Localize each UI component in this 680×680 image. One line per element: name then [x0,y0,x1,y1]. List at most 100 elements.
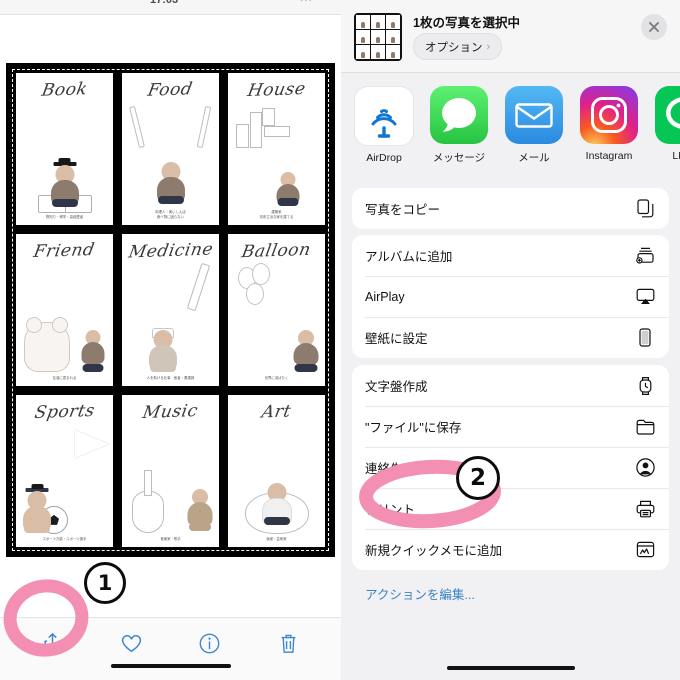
photo-card: Book 物知り・博学・高経歴者 [16,73,113,225]
photo-card: House 建築家 将来立派な家を建てる [228,73,325,225]
flag-prop [75,430,109,458]
baby-figure [185,488,215,531]
delete-button[interactable] [249,626,328,660]
options-label: オプション [425,41,483,54]
home-indicator [110,664,231,668]
share-target-label: Instagram [585,150,633,162]
block-shape [250,112,262,148]
baby-figure [260,482,294,525]
share-target-instagram[interactable]: Instagram [579,86,639,162]
edit-actions-link[interactable]: アクションを編集... [365,584,475,603]
guitar-prop [132,490,164,533]
balloon-shape [246,283,264,305]
card-title: Book [39,79,90,101]
card-title: Balloon [240,239,313,263]
photo-card: Friend 友達に恵まれる [16,234,113,386]
card-caption: 世界に羽ばたく [264,375,289,380]
action-row-airplay[interactable]: AirPlay [352,276,669,317]
card-caption: 物知り・博学・高経歴者 [45,214,84,219]
status-bar: 17:03 ··· [0,0,341,15]
action-row-create-watch-face[interactable]: 文字盤作成 [352,365,669,406]
share-target-mail[interactable]: メール [504,86,564,165]
action-label: 新規クイックメモに追加 [365,544,503,558]
action-row-copy-photo[interactable]: 写真をコピー [352,188,669,229]
fork-prop [197,105,212,149]
action-label: 文字盤作成 [365,380,428,394]
card-title: Friend [32,239,97,263]
contact-icon [634,457,656,479]
syringe-prop [186,262,211,312]
info-button[interactable] [171,626,250,660]
card-title: Art [260,401,293,423]
card-artwork-art [228,422,325,537]
action-label: プリント [365,503,416,517]
photo-viewer[interactable]: Book 物知り・博学・高経歴者 Food 料理人・美いしんぼ 食べ物に困らない… [6,63,335,557]
info-icon [199,633,220,653]
knife-prop [128,105,145,149]
baby-figure [146,327,180,372]
share-target-line[interactable]: L LINE [654,86,680,162]
airdrop-icon [354,86,414,146]
instagram-icon [580,86,638,144]
favorite-button[interactable] [92,626,171,660]
selected-photo-thumbnail[interactable] [354,13,402,61]
action-row-save-to-files[interactable]: "ファイル"に保存 [352,406,669,447]
card-artwork-food [122,100,219,210]
photo-card: Medicine 人を助ける仕事・医者・看護師 [122,234,219,386]
close-button[interactable] [641,14,667,40]
card-artwork-book [16,100,113,215]
baby-figure [274,171,302,206]
status-indicators: ··· [300,0,313,6]
close-icon [649,22,659,32]
share-button[interactable] [13,626,92,660]
printer-icon [634,498,656,520]
heart-icon [121,634,141,652]
card-caption: 建築家 将来立派な家を建てる [259,209,294,219]
card-artwork-balloon [228,261,325,376]
share-sheet-title: 1枚の写真を選択中 [413,16,520,30]
add-to-album-icon [634,245,656,267]
folder-icon [634,416,656,438]
card-caption: 音楽家・歌手 [160,536,181,541]
card-artwork-sports [16,422,113,537]
annotation-badge-2: 2 [456,456,500,500]
share-target-label: LINE [672,150,680,162]
quick-note-icon [634,539,656,561]
action-label: "ファイル"に保存 [365,421,462,435]
photo-card: Food 料理人・美いしんぼ 食べ物に困らない [122,73,219,225]
baby-figure [79,329,107,372]
photos-app-pane: 17:03 ··· Book 物知り・博学・高経歴者 Food 料理人・美いしん… [0,0,341,680]
action-row-add-to-album[interactable]: アルバムに追加 [352,235,669,276]
baby-figure [20,487,54,533]
photo-card: Art 画家・芸術家 [228,395,325,547]
card-caption: 料理人・美いしんぼ 食べ物に困らない [155,209,186,219]
action-group-1: 写真をコピー [352,188,669,229]
action-label: AirPlay [365,289,405,304]
chevron-right-icon: › [486,40,491,53]
action-row-add-quick-note[interactable]: 新規クイックメモに追加 [352,529,669,570]
action-row-print[interactable]: プリント [352,488,669,529]
action-group-3: 文字盤作成 "ファイル"に保存 連絡先に割り当てる プリント 新規クイックメモに… [352,365,669,570]
share-sheet-header: 1枚の写真を選択中 オプション › [341,0,680,73]
photo-card-grid: Book 物知り・博学・高経歴者 Food 料理人・美いしんぼ 食べ物に困らない… [16,73,325,547]
photo-card: Sports スポーツ万能・スポーツ選手 [16,395,113,547]
card-title: House [245,79,308,101]
block-shape [236,124,249,148]
teddy-bear-prop [24,316,70,372]
action-row-set-wallpaper[interactable]: 壁紙に設定 [352,317,669,358]
action-label: 写真をコピー [365,203,441,217]
share-target-label: メール [518,152,550,164]
balloon-shape [252,263,270,285]
action-row-assign-to-contact[interactable]: 連絡先に割り当てる [352,447,669,488]
share-target-airdrop[interactable]: AirDrop [354,86,414,164]
card-caption: 人を助ける仕事・医者・看護師 [146,375,195,380]
action-label: アルバムに追加 [365,250,453,264]
app-share-targets: AirDrop メッセージ メール Instagram LI [341,78,680,178]
card-title: Food [146,79,195,101]
home-indicator [446,666,575,670]
card-caption: スポーツ万能・スポーツ選手 [42,536,87,541]
options-button[interactable]: オプション › [413,33,503,60]
share-target-messages[interactable]: メッセージ [429,86,489,165]
block-shape [264,126,290,137]
photos-bottom-toolbar [0,617,341,680]
